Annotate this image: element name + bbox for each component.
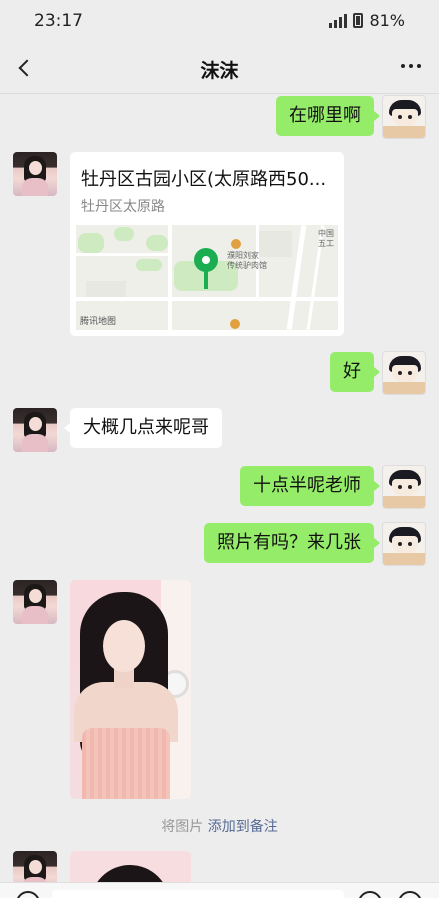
location-map: 濮阳刘家 传统驴肉馆 中国 五工 腾讯地图 [76, 225, 338, 330]
message-bubble-sent[interactable]: 照片有吗？来几张 [204, 523, 380, 563]
add-to-note-link[interactable]: 添加到备注 [208, 819, 278, 835]
contact-avatar[interactable] [13, 152, 57, 196]
add-to-note-notice: 将图片 添加到备注 [0, 816, 439, 836]
chat-title: 沫沫 [200, 60, 239, 82]
battery-percent: 81% [369, 11, 405, 30]
more-dots-icon [401, 64, 405, 68]
contact-avatar[interactable] [13, 408, 57, 452]
image-message[interactable] [70, 580, 191, 799]
status-indicators: 81% [329, 11, 405, 30]
message-input[interactable] [52, 890, 344, 898]
message-bubble-sent[interactable]: 十点半呢老师 [240, 466, 380, 506]
map-poi-label: 濮阳刘家 传统驴肉馆 [227, 251, 267, 270]
map-provider-label: 腾讯地图 [80, 317, 117, 327]
self-avatar[interactable] [382, 351, 426, 395]
chat-header: 沫沫 [0, 42, 439, 94]
plus-icon[interactable] [398, 891, 422, 898]
more-options-button[interactable] [401, 64, 421, 68]
location-card[interactable]: 牡丹区古园小区(太原路西50... 牡丹区太原路 濮阳刘家 传统驴肉馆 中国 五… [70, 152, 344, 336]
status-bar: 23:17 81% [0, 0, 439, 42]
message-bubble-sent[interactable]: 好 [330, 352, 380, 392]
status-time: 23:17 [34, 11, 83, 31]
location-title: 牡丹区古园小区(太原路西50... [81, 169, 327, 190]
battery-icon [353, 13, 364, 28]
self-avatar[interactable] [382, 522, 426, 566]
location-address: 牡丹区太原路 [81, 199, 165, 215]
contact-avatar[interactable] [13, 580, 57, 624]
signal-icon [329, 13, 348, 28]
message-bubble-sent[interactable]: 在哪里啊 [276, 96, 380, 136]
message-bubble-received[interactable]: 大概几点来呢哥 [64, 408, 222, 448]
voice-input-icon[interactable] [16, 891, 40, 898]
map-edge-label: 中国 五工 [318, 229, 334, 248]
notice-text: 将图片 [161, 819, 204, 835]
self-avatar[interactable] [382, 95, 426, 139]
emoji-icon[interactable] [358, 891, 382, 898]
input-bar [0, 882, 439, 898]
self-avatar[interactable] [382, 465, 426, 509]
